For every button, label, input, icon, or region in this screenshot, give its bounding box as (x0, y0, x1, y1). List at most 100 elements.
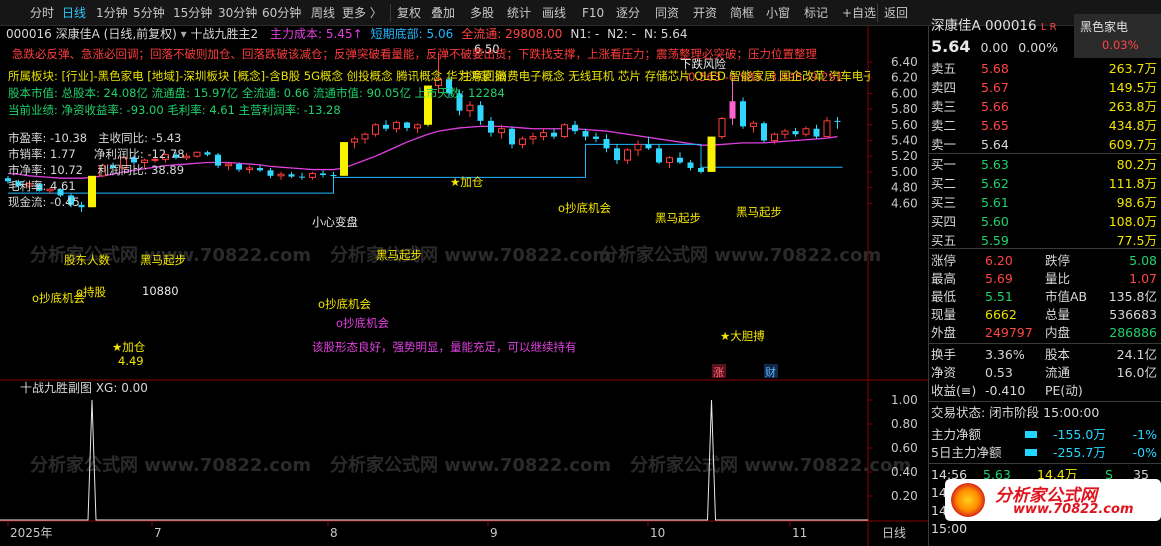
candle (551, 128, 557, 139)
x-axis-label: 10 (650, 526, 665, 540)
sub-y-tick-label: 0.60 (891, 441, 918, 455)
annotation-jiac: ★加仓 (450, 175, 484, 189)
annotation-cb: o抄底机会 (336, 316, 390, 330)
sub-indicator-name[interactable]: 十战九胜副图 XG: 0.00 (20, 380, 148, 395)
toolbar-item-15[interactable]: 逐分 (613, 3, 643, 23)
indicator-value-3: N1: - (570, 27, 600, 41)
zhang-text: 涨 (713, 366, 724, 379)
toolbar-item-17[interactable]: 开资 (690, 3, 720, 23)
sector-badge[interactable]: 黑色家电 0.03% (1074, 14, 1161, 58)
stat-label: 现量 (931, 307, 957, 322)
tip-line: 急跌必反弹、急涨必回调；回落不破则加仓、回落跌破该减仓；反弹突破看量能，反弹不破… (12, 47, 817, 61)
candle (750, 120, 757, 133)
stat-label: PE(动) (1045, 383, 1083, 398)
toolbar-item-1[interactable]: 日线 (59, 3, 89, 23)
toolbar-item-8[interactable]: 更多 〉 (339, 3, 385, 23)
toolbar-item-5[interactable]: 30分钟 (215, 3, 260, 23)
toolbar-item-9[interactable]: 复权 (394, 3, 424, 23)
toolbar-item-21[interactable]: +自选 (839, 3, 879, 23)
candle (404, 121, 410, 132)
stat-value: 6.20 (985, 253, 1013, 268)
toolbar-item-6[interactable]: 60分钟 (259, 3, 304, 23)
stat-label: 最高 (931, 271, 957, 286)
toolbar-item-0[interactable]: 分时 (27, 3, 57, 23)
x-axis-label: 9 (490, 526, 498, 540)
stat-label: 量比 (1045, 271, 1071, 286)
annotation-dadan: ★大胆搏 (720, 329, 765, 343)
toolbar-item-7[interactable]: 周线 (308, 3, 338, 23)
period-label[interactable]: 日线 (882, 526, 906, 540)
candle (88, 175, 96, 208)
x-axis-label: 8 (330, 526, 338, 540)
toolbar-item-16[interactable]: 同资 (652, 3, 682, 23)
annotation-cb: o抄底机会 (32, 291, 86, 305)
fin-line-0: 市盈率: -10.38 主收同比: -5.43 (8, 131, 182, 145)
toolbar-item-3[interactable]: 5分钟 (130, 3, 168, 23)
toolbar-item-11[interactable]: 多股 (467, 3, 497, 23)
candle (309, 171, 316, 180)
candle (593, 132, 599, 143)
y-tick-label: 6.20 (891, 71, 918, 85)
toolbar-item-12[interactable]: 统计 (504, 3, 534, 23)
candle (288, 171, 295, 179)
annotation-fm: 黑马起步 (376, 248, 422, 262)
candle (614, 144, 620, 165)
annotation-xin: 小心变盘 (312, 215, 358, 229)
lr-badge: L R (1040, 22, 1057, 33)
candle (687, 160, 694, 171)
toolbar-item-4[interactable]: 15分钟 (170, 3, 215, 23)
watermark-text: 分析家公式网 www.70822.com (330, 454, 611, 476)
toolbar-item-14[interactable]: F10 (579, 3, 607, 23)
indicator-name[interactable]: 十战九胜主2 (191, 27, 259, 41)
stat-value: 3.36% (985, 347, 1025, 362)
logo-icon (951, 483, 985, 517)
candle (393, 120, 400, 133)
annotation-fm: 黑马起步 (655, 211, 701, 225)
fin-line-1: 市销率: 1.77 净利润比: -12.78 (8, 147, 185, 161)
y-tick-label: 4.60 (891, 196, 918, 210)
annotation-fm: 黑马起步 (140, 253, 186, 267)
toolbar-item-19[interactable]: 小窗 (763, 3, 793, 23)
candle (582, 128, 589, 141)
stat-label: 净资 (931, 365, 957, 380)
stat-label: 内盘 (1045, 325, 1071, 340)
candle (561, 123, 568, 139)
y-tick-label: 5.00 (891, 165, 918, 179)
candle (488, 116, 494, 137)
candle (666, 156, 673, 168)
candle (246, 165, 253, 174)
stat-value: 249797 (985, 325, 1033, 340)
toolbar-item-10[interactable]: 叠加 (428, 3, 458, 23)
candle (813, 124, 820, 139)
stat-value: 1.07 (1129, 271, 1157, 286)
toolbar-item-18[interactable]: 简框 (727, 3, 757, 23)
candle (781, 128, 789, 139)
y-tick-label: 6.40 (891, 55, 918, 69)
indicator-value-5: N: 5.64 (643, 27, 688, 41)
candle (802, 126, 810, 137)
toolbar-item-2[interactable]: 1分钟 (93, 3, 131, 23)
toolbar-item-20[interactable]: 标记 (801, 3, 831, 23)
stat-value: 16.0亿 (1116, 365, 1157, 380)
candle (698, 164, 704, 174)
stats-divider (929, 401, 1161, 402)
toolbar-item-13[interactable]: 画线 (539, 3, 569, 23)
toolbar-item-22[interactable]: 返回 (881, 3, 911, 23)
stat-value: 536683 (1109, 307, 1157, 322)
stat-value: 135.8亿 (1108, 289, 1157, 304)
sub-y-tick-label: 0.40 (891, 465, 918, 479)
stat-value (1089, 382, 1157, 399)
watermark-text: 分析家公式网 www.70822.com (630, 454, 911, 476)
flow-value: -255.7万 (1053, 445, 1106, 460)
stat-label: 股本 (1045, 347, 1071, 362)
stat-label: 市值AB (1045, 289, 1088, 304)
flow-divider (929, 463, 1161, 464)
fin-line-3: 毛利率: 4.61 (8, 179, 76, 193)
sub-y-tick-label: 0.80 (891, 417, 918, 431)
candle (267, 167, 274, 179)
chevron-down-icon[interactable]: ▾ (181, 27, 187, 41)
annotation-tip2: 该股形态良好，强势明显，量能充足，可以继续持有 (312, 340, 577, 354)
stat-label: 涨停 (931, 253, 957, 268)
indicator-value-2: 全流通: 29808.00 (461, 27, 563, 41)
candle (677, 152, 683, 165)
